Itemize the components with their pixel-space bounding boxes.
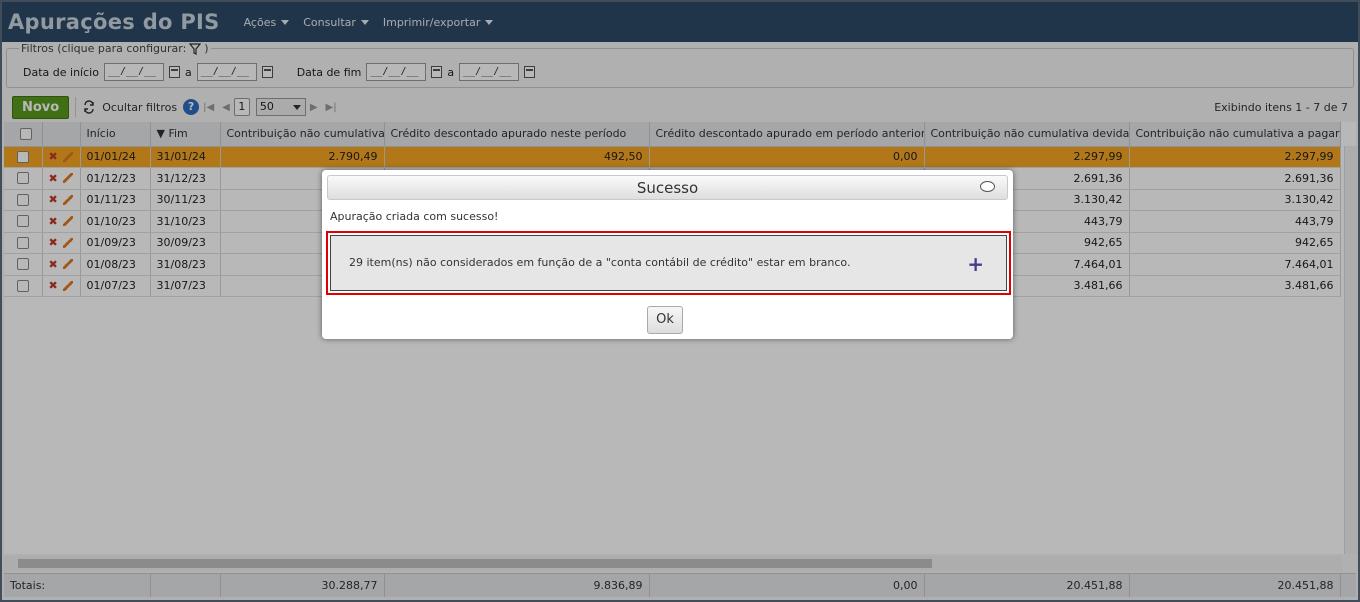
dialog-title: Sucesso [636, 179, 699, 197]
plus-icon[interactable]: + [967, 252, 984, 276]
comment-icon[interactable] [980, 181, 995, 192]
success-dialog: Sucesso Apuração criada com sucesso! 29 … [322, 170, 1013, 339]
dialog-header: Sucesso [327, 175, 1008, 200]
dialog-message: Apuração criada com sucesso! [330, 210, 499, 223]
detail-text: 29 item(ns) não considerados em função d… [349, 256, 851, 269]
ok-button[interactable]: Ok [647, 306, 683, 334]
detail-panel: 29 item(ns) não considerados em função d… [330, 235, 1007, 291]
detail-highlight: 29 item(ns) não considerados em função d… [326, 231, 1011, 295]
